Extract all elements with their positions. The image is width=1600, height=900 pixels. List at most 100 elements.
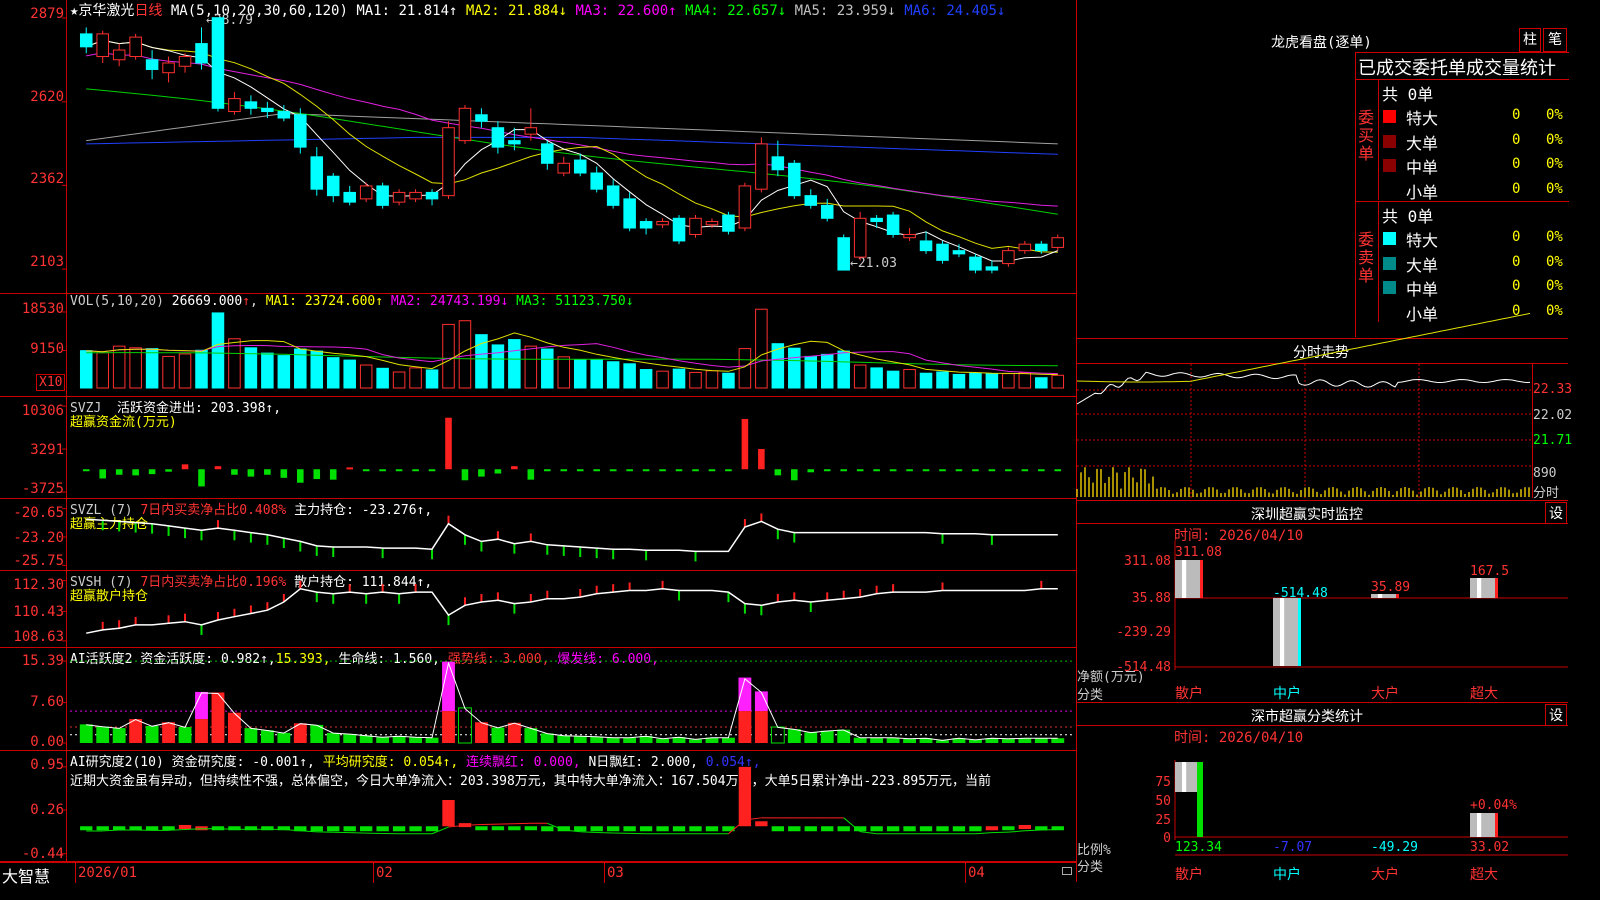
ai2-bar [755,821,768,827]
ai2-bar [656,826,669,832]
ai1-bar [359,735,373,743]
svzj-bar [889,469,897,472]
ai1-bar [507,722,521,743]
ai1-bar [178,727,192,743]
volume-bar [985,373,999,389]
volume-bar [573,359,587,389]
volume-bar [442,323,455,389]
ai2-bar [442,800,455,827]
svzj-bar [642,469,650,472]
left-axis-line [66,0,67,862]
ss-settings-button[interactable]: 设 [1545,704,1567,726]
ai1-hollow-bar [770,726,785,744]
candle-body [606,185,620,206]
ai2-bar [574,826,587,832]
ai2-bar [771,826,785,832]
ai2-bar [952,826,966,832]
ai2-bar [705,826,719,832]
ai1-bar [145,725,159,743]
volume-bar [656,370,669,389]
svzj-panel[interactable]: SVZJ 活跃资金进出: 203.398↑, 超赢资金流(万元) 10306 3… [0,397,1076,499]
price-chart-svg[interactable] [0,0,1076,293]
ai2-bar [853,826,867,832]
x-label-1: 2026/01 [78,865,138,881]
ai1-bar [260,730,274,743]
volume-bar [1051,374,1065,389]
ai1-bar [656,738,669,743]
svzl-panel[interactable]: SVZL (7) 7日内买卖净占比0.408% 主力持仓: -23.276↑, … [0,499,1076,571]
ss-val-1: 123.34 [1175,840,1222,855]
svzj-bar [362,469,370,472]
volume-bar [409,367,422,389]
ai2-avg-line [1008,830,1025,833]
ss-time: 时间: 2026/04/10 [1174,730,1304,746]
ai1-bar [96,726,110,743]
volume-panel[interactable]: VOL(5,10,20) 26669.000↑, MA1: 23724.600↑… [0,294,1076,397]
ai1-bar [425,737,439,743]
candle-body [409,191,422,200]
ss-val-2: -7.07 [1273,840,1313,855]
volume-bar [969,372,982,389]
ai1-bar [606,737,620,743]
svzj-bar [741,418,749,470]
ai2-panel[interactable]: AI研究度2(10) 资金研究度: -0.001↑, 平均研究度: 0.054↑… [0,751,1076,862]
svsh-panel[interactable]: SVSH (7) 7日内买卖净占比0.196% 散户持仓: 111.844↑, … [0,571,1076,648]
ai1-bar [540,733,554,743]
price-panel[interactable]: ★京华激光日线 MA(5,10,20,30,60,120) MA1: 21.81… [0,0,1076,294]
volume-bar [359,364,373,389]
fenshi-chart-svg[interactable] [1076,0,1568,882]
svzj-bar [626,469,633,472]
ai1-bar [79,724,93,743]
ai1-bar [491,727,505,743]
fs-avg-line [1076,312,1531,383]
ai2-avg-line [1041,828,1058,831]
candle-body [755,143,768,190]
ss-bar-4 [1470,813,1498,837]
volume-chart-svg[interactable] [0,294,1076,396]
ai1-chart-svg[interactable] [0,648,1076,750]
candle-body [524,127,538,135]
svzj-bar [297,469,304,483]
sz-top-line [1077,500,1568,501]
volume-bar [277,355,291,389]
sz-settings-button[interactable]: 设 [1545,502,1567,524]
volume-bar [837,350,850,389]
svzj-bar [527,469,535,480]
candle-body [820,204,834,219]
svzj-bar [445,417,452,470]
candle-body [96,33,109,58]
sz-axis-1: 311.08 [1124,554,1171,569]
main-chart-area[interactable]: ★京华激光日线 MA(5,10,20,30,60,120) MA1: 21.81… [0,0,1076,886]
volume-bar [326,357,340,389]
volume-bar [952,373,966,389]
ai2-bar [590,826,603,832]
volume-bar [886,370,900,389]
ai2-chart-svg[interactable] [0,751,1076,861]
volume-bar [705,370,719,389]
ai1-bar [1034,738,1048,743]
ai1-panel[interactable]: AI活跃度2 资金活跃度: 0.982↑,15.393, 生命线: 1.560,… [0,648,1076,751]
volume-bar [425,369,439,389]
candle-body [590,172,603,190]
candle-body [425,191,439,200]
sz-header-line [1077,523,1568,524]
svzj-bar [823,469,831,472]
candle-body [475,114,488,122]
ai1-bar [162,722,175,743]
right-panel[interactable]: 龙虎看盘(逐单) 柱 笔 已成交委托单成交量统计 共 0单 委买单 共 0单 委… [1076,0,1572,883]
svsh-chart-svg[interactable] [0,571,1076,647]
brand-logo[interactable]: 大智慧 [2,863,50,887]
ai2-bar [491,826,505,831]
lock-icon[interactable] [1062,867,1072,875]
sz-bar-1-shine [1182,560,1187,598]
ss-axis-4: 0 [1163,831,1171,846]
svzj-bar [494,469,502,474]
ai1-bar [738,711,752,743]
ss-val-4: 33.02 [1470,840,1510,855]
ai2-avg-line [860,831,877,835]
candle-body [919,240,933,252]
svzj-chart-svg[interactable] [0,397,1076,498]
candle-body [343,191,356,203]
svzl-chart-svg[interactable] [0,499,1076,570]
svzl-line [86,518,1058,553]
